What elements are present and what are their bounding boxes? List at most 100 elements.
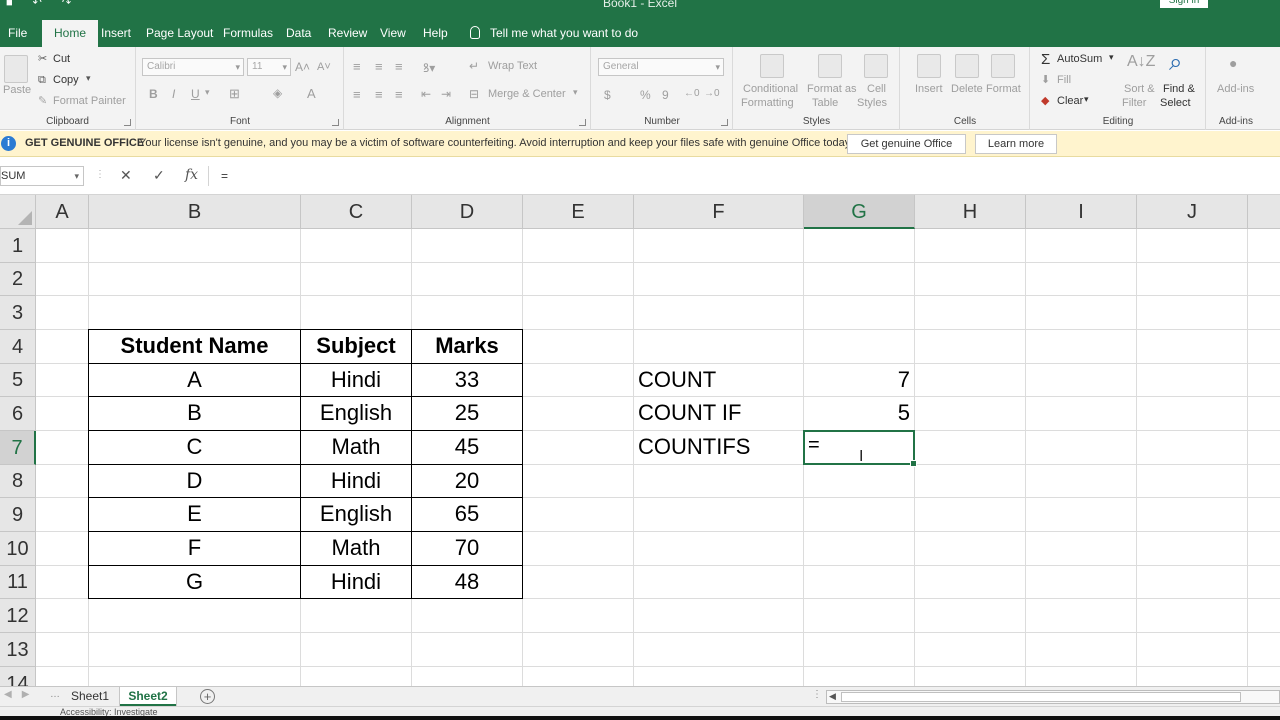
scroll-left-icon[interactable]: ◀	[829, 691, 836, 702]
table-cell-name[interactable]: E	[89, 497, 300, 531]
table-cell-subject[interactable]: Hindi	[301, 363, 411, 396]
add-sheet-icon[interactable]: +	[200, 689, 215, 704]
find-select-label2[interactable]: Select	[1160, 97, 1191, 109]
scroll-split-icon[interactable]: ⋮	[812, 689, 822, 700]
formula-input[interactable]: =	[208, 166, 1280, 186]
sort-filter-label2[interactable]: Filter	[1122, 97, 1146, 109]
format-cells-icon[interactable]	[991, 54, 1015, 78]
table-header-marks[interactable]: Marks	[412, 329, 522, 363]
column-header-a[interactable]: A	[36, 195, 89, 229]
paste-label[interactable]: Paste	[3, 84, 31, 96]
table-cell-name[interactable]: F	[89, 531, 300, 565]
borders-icon[interactable]: ⊞	[229, 86, 240, 102]
font-size-select[interactable]: 11	[247, 58, 291, 76]
orientation-icon[interactable]: ꝸ▾	[423, 59, 435, 76]
tab-view[interactable]: View	[380, 20, 406, 47]
row-header-8[interactable]: 8	[0, 465, 36, 498]
delete-cells-button[interactable]: Delete	[951, 83, 983, 95]
format-as-table-label2[interactable]: Table	[812, 97, 838, 109]
conditional-formatting-label1[interactable]: Conditional	[743, 83, 798, 95]
number-format-select[interactable]: General	[598, 58, 724, 76]
clear-dropdown-icon[interactable]: ▾	[1084, 94, 1089, 105]
tab-help[interactable]: Help	[423, 20, 448, 47]
fill-button[interactable]: Fill	[1057, 74, 1071, 86]
column-header-c[interactable]: C	[301, 195, 412, 229]
bold-button[interactable]: B	[149, 87, 158, 101]
align-right-icon[interactable]: ≡	[395, 87, 403, 102]
format-cells-button[interactable]: Format	[986, 83, 1021, 95]
font-name-select[interactable]: Calibri	[142, 58, 244, 76]
percent-button[interactable]: %	[640, 88, 651, 102]
tab-review[interactable]: Review	[328, 20, 367, 47]
row-header-7[interactable]: 7	[0, 431, 36, 465]
sign-in-button[interactable]: Sign in	[1160, 0, 1208, 8]
row-header-13[interactable]: 13	[0, 633, 36, 667]
table-cell-marks[interactable]: 33	[412, 363, 522, 396]
font-shrink-icon[interactable]: A˅	[317, 61, 331, 73]
sheet-more-icon[interactable]: …	[50, 689, 60, 700]
tell-me-search[interactable]: Tell me what you want to do	[470, 20, 638, 47]
table-cell-subject[interactable]: English	[301, 497, 411, 531]
cell-styles-icon[interactable]	[864, 54, 888, 78]
comma-button[interactable]: 9	[662, 88, 669, 102]
sort-filter-icon[interactable]: A↓Z	[1127, 53, 1155, 71]
align-center-icon[interactable]: ≡	[375, 87, 383, 102]
table-cell-subject[interactable]: Math	[301, 531, 411, 565]
enter-formula-icon[interactable]: ✓	[153, 167, 165, 184]
insert-cells-button[interactable]: Insert	[915, 83, 943, 95]
paste-icon[interactable]	[4, 55, 28, 83]
row-header-4[interactable]: 4	[0, 330, 36, 364]
sort-filter-label1[interactable]: Sort &	[1124, 83, 1155, 95]
number-launcher-icon[interactable]	[721, 119, 728, 126]
cancel-formula-icon[interactable]: ✕	[120, 167, 132, 184]
find-select-label1[interactable]: Find &	[1163, 83, 1195, 95]
row-header-12[interactable]: 12	[0, 599, 36, 633]
copy-button[interactable]: Copy	[53, 74, 79, 86]
table-cell-name[interactable]: C	[89, 430, 300, 464]
align-bottom-icon[interactable]: ≡	[395, 59, 403, 74]
fill-color-icon[interactable]: ◈	[273, 86, 282, 100]
select-all-corner[interactable]	[0, 195, 36, 229]
summary-label-countifs[interactable]: COUNTIFS	[638, 430, 750, 464]
font-color-icon[interactable]: A	[307, 86, 316, 101]
decrease-decimal-icon[interactable]: →0	[704, 88, 720, 99]
column-header-b[interactable]: B	[89, 195, 301, 229]
format-painter-button[interactable]: Format Painter	[53, 95, 126, 107]
row-header-11[interactable]: 11	[0, 566, 36, 599]
copy-dropdown-icon[interactable]: ▾	[86, 73, 91, 84]
row-header-14[interactable]: 14	[0, 667, 36, 686]
learn-more-button[interactable]: Learn more	[975, 134, 1057, 154]
get-genuine-office-button[interactable]: Get genuine Office	[847, 134, 966, 154]
underline-button[interactable]: U	[191, 87, 200, 101]
align-left-icon[interactable]: ≡	[353, 87, 361, 102]
table-cell-name[interactable]: G	[89, 565, 300, 598]
horizontal-scrollbar[interactable]: ◀	[826, 690, 1280, 704]
autosum-button[interactable]: AutoSum	[1057, 53, 1102, 65]
wrap-text-icon[interactable]: ↵	[469, 59, 479, 73]
merge-center-button[interactable]: Merge & Center	[488, 88, 566, 100]
delete-cells-icon[interactable]	[955, 54, 979, 78]
font-launcher-icon[interactable]	[332, 119, 339, 126]
increase-indent-icon[interactable]: ⇥	[441, 87, 451, 101]
find-select-icon[interactable]: ⌕	[1169, 49, 1182, 77]
tab-formulas[interactable]: Formulas	[223, 20, 273, 47]
conditional-formatting-icon[interactable]	[760, 54, 784, 78]
font-grow-icon[interactable]: A˄	[295, 60, 310, 74]
underline-dropdown-icon[interactable]: ▾	[205, 87, 210, 98]
table-cell-subject[interactable]: English	[301, 396, 411, 430]
column-header-h[interactable]: H	[915, 195, 1026, 229]
table-header-subject[interactable]: Subject	[301, 329, 411, 363]
merge-dropdown-icon[interactable]: ▾	[573, 87, 578, 98]
active-cell-content[interactable]: =	[808, 430, 820, 464]
tab-file[interactable]: File	[8, 20, 27, 47]
conditional-formatting-label2[interactable]: Formatting	[741, 97, 794, 109]
align-middle-icon[interactable]: ≡	[375, 59, 383, 74]
insert-function-icon[interactable]: fx	[185, 167, 198, 183]
merge-icon[interactable]: ⊟	[469, 87, 479, 101]
summary-value-count[interactable]: 7	[804, 363, 910, 396]
row-header-2[interactable]: 2	[0, 263, 36, 296]
column-header-k[interactable]	[1248, 195, 1280, 229]
summary-label-count-if[interactable]: COUNT IF	[638, 396, 741, 430]
row-header-9[interactable]: 9	[0, 498, 36, 532]
table-cell-marks[interactable]: 20	[412, 464, 522, 497]
